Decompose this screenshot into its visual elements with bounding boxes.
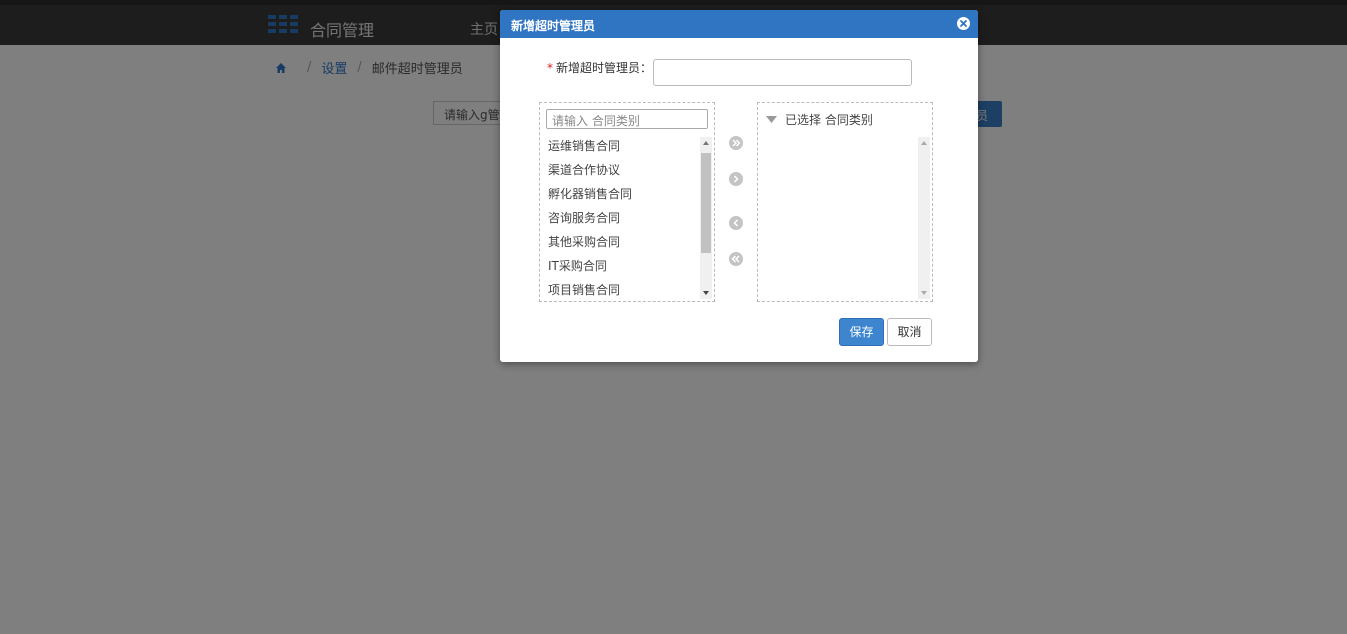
list-item[interactable]: 运维销售合同 (548, 137, 698, 161)
admin-input[interactable] (653, 59, 912, 86)
scroll-up-arrow-icon[interactable] (918, 137, 930, 149)
admin-field-label: 新增超时管理员： (556, 61, 653, 75)
required-asterisk: * (547, 60, 553, 75)
admin-field-row: * 新增超时管理员： (547, 59, 652, 76)
caret-down-icon[interactable] (766, 113, 777, 127)
move-all-right-icon[interactable] (729, 136, 743, 150)
list-item[interactable]: IT采购合同 (548, 257, 698, 281)
cancel-button[interactable]: 取消 (887, 318, 932, 346)
move-all-left-icon[interactable] (729, 252, 743, 266)
selected-header-label: 已选择 合同类别 (785, 113, 873, 127)
close-icon[interactable] (957, 17, 970, 30)
move-left-icon[interactable] (729, 216, 743, 230)
selected-list-scrollbar[interactable] (918, 137, 930, 299)
move-right-icon[interactable] (729, 172, 743, 186)
dialog-header: 新增超时管理员 (500, 10, 978, 38)
available-categories-panel: 请输入 合同类别 运维销售合同 渠道合作协议 孵化器销售合同 咨询服务合同 其他… (539, 102, 715, 302)
dialog-title: 新增超时管理员 (511, 19, 596, 33)
selected-categories-panel: 已选择 合同类别 (757, 102, 933, 302)
list-item[interactable]: 渠道合作协议 (548, 161, 698, 185)
list-item[interactable]: 孵化器销售合同 (548, 185, 698, 209)
list-item[interactable]: 其他采购合同 (548, 233, 698, 257)
scroll-down-arrow-icon[interactable] (918, 287, 930, 299)
category-list: 运维销售合同 渠道合作协议 孵化器销售合同 咨询服务合同 其他采购合同 IT采购… (548, 137, 698, 305)
save-button[interactable]: 保存 (839, 318, 884, 346)
list-item[interactable]: 咨询服务合同 (548, 209, 698, 233)
scroll-up-arrow-icon[interactable] (700, 137, 712, 149)
scroll-down-arrow-icon[interactable] (700, 287, 712, 299)
add-timeout-admin-dialog: 新增超时管理员 * 新增超时管理员： 请输入 合同类别 运维销售合同 渠道合作协… (500, 10, 978, 362)
scroll-thumb[interactable] (701, 153, 711, 253)
selected-header: 已选择 合同类别 (766, 111, 873, 128)
list-item[interactable]: 项目销售合同 (548, 281, 698, 305)
category-list-scrollbar[interactable] (700, 137, 712, 299)
category-search-input[interactable]: 请输入 合同类别 (546, 109, 708, 129)
